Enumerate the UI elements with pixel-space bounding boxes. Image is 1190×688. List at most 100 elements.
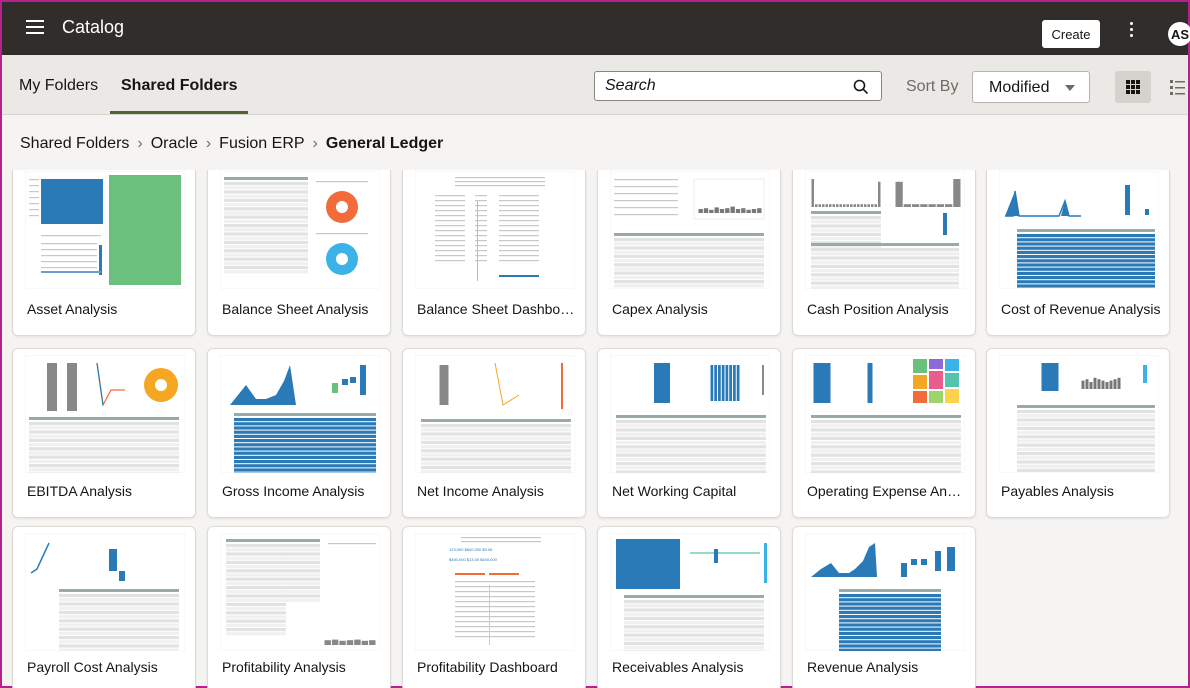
catalog-card[interactable]: EBITDA Analysis <box>12 348 196 518</box>
sort-by-value: Modified <box>989 79 1050 96</box>
card-thumbnail <box>610 171 770 289</box>
card-title: Asset Analysis <box>27 301 118 317</box>
dashboard-thumbnail-image <box>999 355 1159 473</box>
card-title: Capex Analysis <box>612 301 708 317</box>
card-title: Receivables Analysis <box>612 659 744 675</box>
card-thumbnail <box>25 533 185 651</box>
hamburger-menu-icon[interactable] <box>26 20 44 34</box>
card-thumbnail <box>220 355 380 473</box>
catalog-card[interactable]: Balance Sheet Analysis <box>207 170 391 336</box>
card-thumbnail <box>610 355 770 473</box>
card-title: Payroll Cost Analysis <box>27 659 158 675</box>
dashboard-thumbnail-image <box>25 171 185 289</box>
dashboard-thumbnail-image <box>220 355 380 473</box>
dashboard-thumbnail-image <box>805 355 965 473</box>
card-thumbnail <box>805 171 965 289</box>
tab-shared-folders[interactable]: Shared Folders <box>121 77 237 95</box>
dashboard-thumbnail-image <box>610 355 770 473</box>
card-thumbnail <box>805 355 965 473</box>
user-avatar[interactable]: AS <box>1168 22 1190 46</box>
catalog-card[interactable]: Capex Analysis <box>597 170 781 336</box>
card-thumbnail <box>415 355 575 473</box>
catalog-card[interactable]: Receivables Analysis <box>597 526 781 688</box>
catalog-card[interactable]: Revenue Analysis <box>792 526 976 688</box>
card-thumbnail: 123,000 $600,000 $0.06 $450,000 $13,00 $4… <box>415 533 575 651</box>
catalog-card[interactable]: Cash Position Analysis <box>792 170 976 336</box>
catalog-card[interactable]: Net Working Capital <box>597 348 781 518</box>
card-title: Balance Sheet Dashboard <box>417 301 577 317</box>
breadcrumb-current-folder: General Ledger <box>325 135 444 152</box>
active-tab-indicator <box>110 111 248 114</box>
search-box <box>594 71 882 101</box>
catalog-card[interactable]: 123,000 $600,000 $0.06 $450,000 $13,00 $4… <box>402 526 586 688</box>
breadcrumb-oracle[interactable]: Oracle <box>151 135 198 153</box>
dashboard-thumbnail-image <box>220 171 380 289</box>
card-title: Net Income Analysis <box>417 483 544 499</box>
catalog-card[interactable]: Payables Analysis <box>986 348 1170 518</box>
card-title: Revenue Analysis <box>807 659 919 675</box>
svg-text:123,000 $600,000 $0.06: 123,000 $600,000 $0.06 <box>449 547 493 552</box>
search-input[interactable] <box>605 77 845 95</box>
breadcrumb-shared-folders[interactable]: Shared Folders <box>20 135 129 153</box>
card-title: Operating Expense Anal... <box>807 483 967 499</box>
dashboard-thumbnail-image <box>415 355 575 473</box>
grid-view-button[interactable] <box>1115 71 1151 103</box>
card-title: Profitability Analysis <box>222 659 346 675</box>
tab-my-folders[interactable]: My Folders <box>19 77 98 95</box>
card-title: Cost of Revenue Analysis <box>1001 301 1161 317</box>
breadcrumb-separator-icon: › <box>137 135 143 152</box>
dashboard-thumbnail-image <box>805 171 965 289</box>
create-button[interactable]: Create <box>1042 20 1100 48</box>
card-title: Net Working Capital <box>612 483 737 499</box>
card-thumbnail <box>220 533 380 651</box>
card-thumbnail <box>610 533 770 651</box>
dashboard-thumbnail-image <box>610 533 770 651</box>
card-thumbnail <box>805 533 965 651</box>
dashboard-thumbnail-image <box>999 171 1159 289</box>
top-bar: Catalog Create AS <box>2 2 1190 55</box>
dashboard-thumbnail-image <box>415 171 575 289</box>
dashboard-thumbnail-image <box>25 533 185 651</box>
card-thumbnail <box>220 171 380 289</box>
card-title: Profitability Dashboard <box>417 659 558 675</box>
chevron-down-icon <box>1065 85 1075 91</box>
svg-text:$450,000 $13,00 $400,000: $450,000 $13,00 $400,000 <box>449 557 498 562</box>
list-view-button[interactable] <box>1166 71 1190 103</box>
dashboard-thumbnail-image <box>220 533 380 651</box>
card-title: Cash Position Analysis <box>807 301 949 317</box>
catalog-card[interactable]: Operating Expense Anal... <box>792 348 976 518</box>
catalog-card[interactable]: Cost of Revenue Analysis <box>986 170 1170 336</box>
card-title: Gross Income Analysis <box>222 483 365 499</box>
breadcrumb: Shared Folders › Oracle › Fusion ERP › G… <box>20 135 443 153</box>
catalog-card[interactable]: Asset Analysis <box>12 170 196 336</box>
catalog-grid: Asset Analysis Balance Sheet Analysis Bala… <box>2 170 1188 688</box>
catalog-card[interactable]: Gross Income Analysis <box>207 348 391 518</box>
card-thumbnail <box>999 355 1159 473</box>
catalog-card[interactable]: Balance Sheet Dashboard <box>402 170 586 336</box>
card-title: EBITDA Analysis <box>27 483 133 499</box>
dashboard-thumbnail-image: 123,000 $600,000 $0.06 $450,000 $13,00 $4… <box>415 533 575 651</box>
dashboard-thumbnail-image <box>805 533 965 651</box>
card-thumbnail <box>415 171 575 289</box>
card-thumbnail <box>25 171 185 289</box>
card-title: Payables Analysis <box>1001 483 1114 499</box>
breadcrumb-fusion-erp[interactable]: Fusion ERP <box>219 135 304 153</box>
breadcrumb-separator-icon: › <box>205 135 212 152</box>
catalog-card[interactable]: Profitability Analysis <box>207 526 391 688</box>
catalog-card[interactable]: Net Income Analysis <box>402 348 586 518</box>
dashboard-thumbnail-image <box>25 355 185 473</box>
grid-view-icon <box>1126 80 1140 94</box>
catalog-card[interactable]: Payroll Cost Analysis <box>12 526 196 688</box>
list-view-icon <box>1170 80 1185 95</box>
app-title: Catalog <box>62 17 125 37</box>
sort-by-label: Sort By <box>906 78 959 95</box>
card-title: Balance Sheet Analysis <box>222 301 369 317</box>
more-options-icon[interactable] <box>1128 22 1134 44</box>
folder-toolbar: My Folders Shared Folders Sort By Modifi… <box>2 55 1188 115</box>
card-thumbnail <box>999 171 1159 289</box>
breadcrumb-separator-icon: › <box>312 135 318 152</box>
card-thumbnail <box>25 355 185 473</box>
sort-by-select[interactable]: Modified <box>972 71 1090 103</box>
dashboard-thumbnail-image <box>610 171 770 289</box>
search-icon[interactable] <box>853 79 869 95</box>
